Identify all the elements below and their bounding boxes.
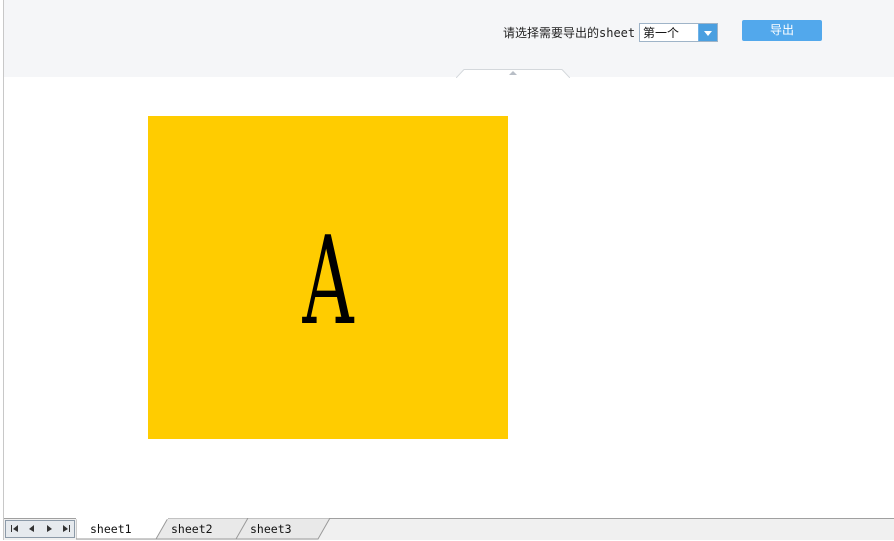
last-sheet-icon[interactable] (59, 522, 73, 536)
yellow-shape[interactable]: A (148, 116, 508, 439)
prev-sheet-icon[interactable] (25, 522, 39, 536)
sheet-navigation (5, 520, 75, 538)
sheet-select-dropdown[interactable]: 第一个 (639, 23, 718, 42)
chevron-up-icon[interactable] (509, 71, 517, 75)
next-sheet-icon[interactable] (42, 522, 56, 536)
sheet-tab-bar: sheet1 sheet2 sheet3 (4, 518, 894, 540)
sheet-content-area: A (4, 78, 894, 518)
tab-sheet2[interactable]: sheet2 (171, 521, 213, 537)
tab-sheet3[interactable]: sheet3 (250, 521, 292, 537)
tab-sheet1[interactable]: sheet1 (90, 521, 132, 537)
shape-text: A (302, 209, 354, 352)
export-button[interactable]: 导出 (742, 20, 822, 41)
chevron-down-icon[interactable] (698, 24, 717, 41)
sheet-select-label: 请选择需要导出的sheet (503, 26, 636, 40)
sheet-select-value: 第一个 (643, 26, 680, 40)
first-sheet-icon[interactable] (8, 522, 22, 536)
